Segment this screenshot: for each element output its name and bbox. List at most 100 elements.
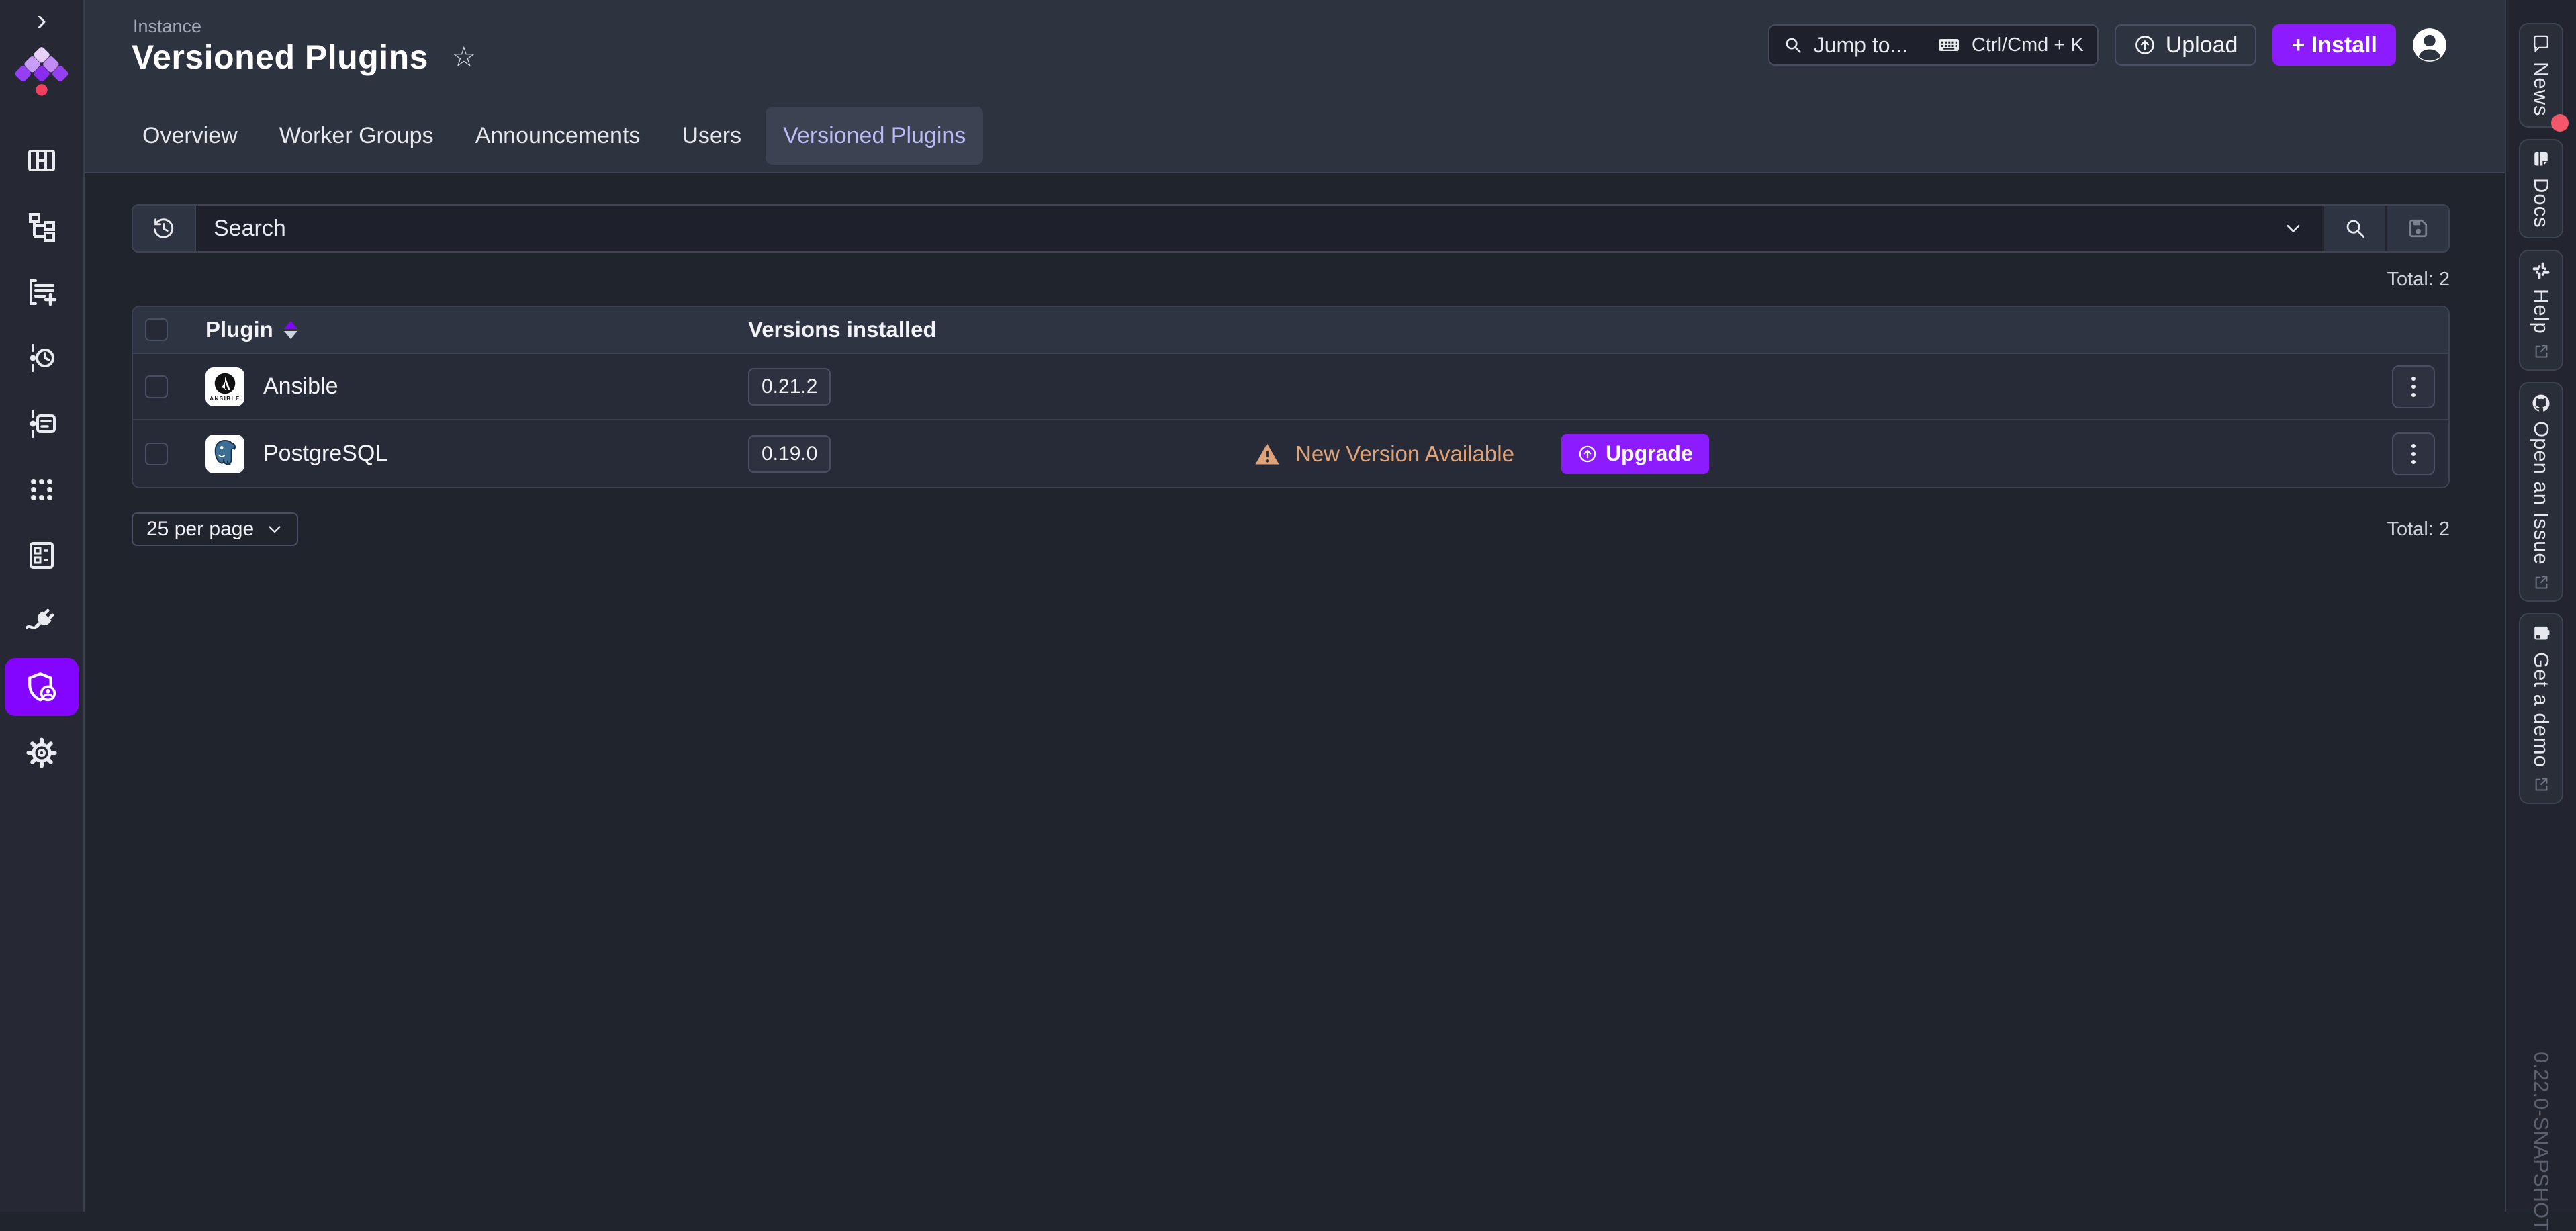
shield-account-icon (26, 671, 58, 703)
search-icon (1783, 35, 1803, 55)
blueprints-ballot-icon (26, 540, 57, 571)
row-checkbox[interactable] (145, 443, 168, 465)
tab-versioned-plugins[interactable]: Versioned Plugins (766, 107, 983, 165)
history-icon (151, 216, 177, 241)
upload-icon (2133, 34, 2156, 56)
column-header-plugin[interactable]: Plugin (205, 317, 273, 343)
sidebar-item-flows[interactable] (5, 193, 79, 259)
upload-label: Upload (2166, 32, 2238, 58)
total-count-top: Total: 2 (132, 269, 2450, 291)
keyboard-icon (1937, 33, 1961, 57)
get-demo-button[interactable]: Get a demo (2519, 613, 2563, 804)
sidebar-expand-chevron-icon[interactable]: › (0, 3, 83, 38)
total-count-bottom: Total: 2 (2387, 518, 2450, 541)
save-search-button[interactable] (2385, 206, 2448, 251)
executions-timeline-clock-icon (26, 343, 57, 373)
kestra-logo[interactable] (13, 46, 70, 98)
kestra-logo-icon (13, 46, 70, 98)
sidebar-item-settings[interactable] (5, 720, 79, 786)
search-field (196, 206, 2322, 251)
plugin-name: PostgreSQL (263, 441, 387, 467)
logs-timeline-text-icon (26, 408, 57, 439)
warning-triangle-icon (1254, 441, 1281, 467)
jump-to-search[interactable]: Jump to... Ctrl/Cmd + K (1768, 24, 2099, 66)
breadcrumb: Instance (133, 16, 201, 37)
topbar-actions: Jump to... Ctrl/Cmd + K (1768, 24, 2447, 66)
upgrade-button[interactable]: Upgrade (1561, 434, 1709, 474)
search-input[interactable] (196, 206, 2322, 251)
main-area: Instance Versioned Plugins ☆ Jump to... (85, 0, 2505, 1212)
sidebar-item-executions[interactable] (5, 325, 79, 391)
sidebar-nav (0, 128, 83, 786)
search-options-chevron-icon[interactable] (2282, 217, 2305, 240)
demo-monitor-icon (2531, 624, 2551, 644)
help-button[interactable]: Help (2519, 250, 2563, 371)
sidebar-item-logs[interactable] (5, 391, 79, 457)
tab-worker-groups[interactable]: Worker Groups (262, 107, 451, 165)
per-page-label: 25 per page (146, 518, 254, 541)
row-menu-button[interactable] (2392, 432, 2435, 475)
version-badge: 0.19.0 (748, 435, 831, 473)
tab-users[interactable]: Users (664, 107, 759, 165)
sidebar-item-instance-active[interactable] (5, 658, 79, 716)
content: Total: 2 Plugin Versions installed (85, 173, 2505, 1212)
sidebar-item-blueprints[interactable] (5, 522, 79, 588)
apps-dots-grid-icon (26, 474, 57, 505)
help-label: Help (2529, 289, 2553, 334)
sidebar-item-dashboard[interactable] (5, 128, 79, 193)
row-menu-button[interactable] (2392, 365, 2435, 408)
news-button[interactable]: News (2519, 23, 2563, 128)
search-submit-button[interactable] (2322, 206, 2385, 251)
flows-tree-icon (26, 211, 57, 242)
right-rail: News Docs Help (2505, 0, 2576, 1212)
topbar: Instance Versioned Plugins ☆ Jump to... (85, 0, 2505, 173)
docs-button[interactable]: Docs (2519, 139, 2563, 239)
docs-label: Docs (2529, 178, 2553, 228)
table-row-ansible[interactable]: ANSIBLE Ansible 0.21.2 (133, 354, 2448, 420)
open-issue-button[interactable]: Open an Issue (2519, 382, 2563, 602)
plugins-plug-icon (26, 606, 57, 637)
install-button[interactable]: + Install (2272, 24, 2396, 66)
pagination-row: 25 per page Total: 2 (132, 512, 2450, 546)
get-demo-label: Get a demo (2529, 652, 2553, 768)
plugins-table: Plugin Versions installed (132, 306, 2450, 488)
update-available-group: New Version Available Upgrade (1254, 434, 1709, 474)
left-sidebar: › (0, 0, 85, 1212)
sidebar-item-plugins[interactable] (5, 588, 79, 654)
upgrade-label: Upgrade (1606, 441, 1693, 466)
sort-arrows-icon[interactable] (284, 321, 297, 339)
favorite-star-icon[interactable]: ☆ (451, 43, 477, 71)
page-title: Versioned Plugins (132, 38, 428, 77)
plugin-name: Ansible (263, 373, 338, 400)
tab-announcements[interactable]: Announcements (458, 107, 658, 165)
install-label: + Install (2291, 32, 2377, 58)
row-checkbox[interactable] (145, 375, 168, 398)
new-version-available-text: New Version Available (1295, 441, 1514, 467)
jump-to-label: Jump to... (1814, 33, 1908, 58)
version-badge: 0.21.2 (748, 368, 831, 406)
postgresql-logo (205, 435, 244, 473)
upgrade-arrow-icon (1577, 444, 1598, 464)
upload-button[interactable]: Upload (2115, 24, 2257, 66)
search-icon (2343, 216, 2367, 240)
sidebar-item-editor[interactable] (5, 259, 79, 325)
tab-bar: Overview Worker Groups Announcements Use… (125, 106, 983, 165)
chevron-down-icon (266, 520, 283, 538)
editor-text-plus-icon (26, 277, 57, 308)
open-issue-label: Open an Issue (2529, 421, 2553, 565)
per-page-select[interactable]: 25 per page (132, 512, 298, 546)
search-history-button[interactable] (133, 206, 196, 251)
tab-overview[interactable]: Overview (125, 107, 255, 165)
ansible-logo: ANSIBLE (205, 367, 244, 406)
select-all-checkbox[interactable] (145, 318, 168, 341)
slack-icon (2531, 261, 2551, 281)
user-avatar[interactable] (2412, 28, 2447, 62)
docs-book-icon (2531, 150, 2551, 170)
app-version-text: 0.22.0-SNAPSHOT (2529, 1052, 2553, 1231)
external-link-icon (2532, 574, 2550, 591)
dashboard-icon (26, 145, 57, 176)
external-link-icon (2532, 776, 2550, 793)
table-row-postgresql[interactable]: PostgreSQL 0.19.0 New Version Available (133, 420, 2448, 487)
table-header-row: Plugin Versions installed (133, 307, 2448, 354)
sidebar-item-apps[interactable] (5, 457, 79, 522)
